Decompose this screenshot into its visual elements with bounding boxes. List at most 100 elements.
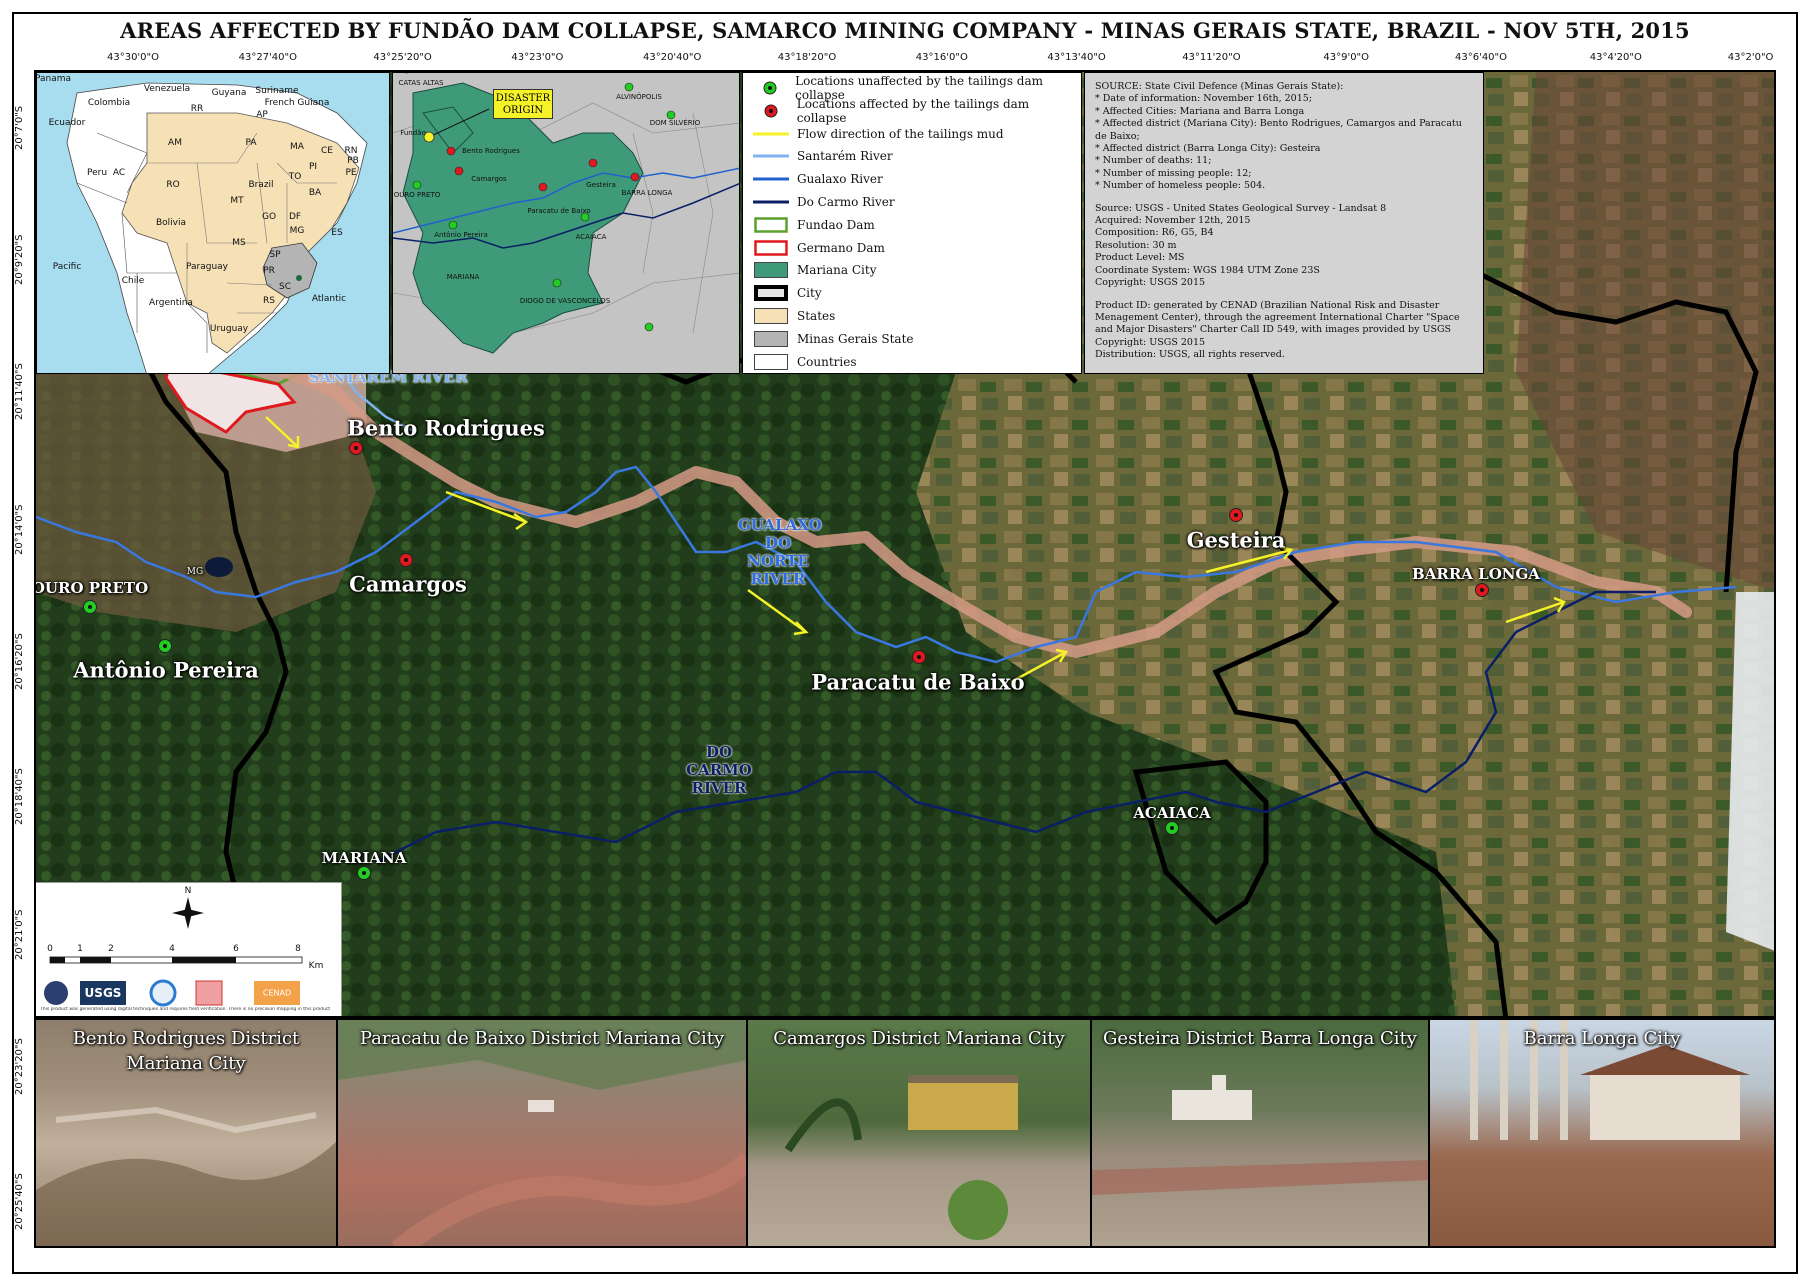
inset-label-9: AM xyxy=(168,138,182,148)
acaiaca-pin[interactable] xyxy=(1165,821,1179,835)
coord-left-2: 20°11'40"S xyxy=(14,363,25,420)
photo-caption-paracatu: Paracatu de Baixo District Mariana City xyxy=(359,1028,725,1049)
scale-tick-2: 2 xyxy=(108,944,114,954)
green-point-icon xyxy=(753,80,787,96)
photo-paracatu[interactable]: Paracatu de Baixo District Mariana City xyxy=(338,1020,748,1246)
paracatu-pin[interactable] xyxy=(912,650,926,664)
inset-label-26: Bolivia xyxy=(155,218,187,228)
inset-local-label-4: Bento Rodrigues xyxy=(462,147,520,155)
camargos-pin[interactable] xyxy=(399,553,413,567)
states-box-icon xyxy=(753,308,789,324)
legend-label: Do Carmo River xyxy=(797,195,895,209)
paracatu-label: Paracatu de Baixo xyxy=(811,669,1025,695)
inset-local-label-3: Fundão xyxy=(400,129,426,137)
coord-left-8: 20°25'40"S xyxy=(14,1173,25,1230)
north-arrow-icon xyxy=(172,897,204,929)
inset-label-16: AC xyxy=(112,168,126,178)
inset-local-label-13: DIOGO DE VASCONCELOS xyxy=(519,297,611,305)
info-line: and Major Disasters" Charter Call ID 549… xyxy=(1095,324,1452,336)
ouro-preto-label: OURO PRETO xyxy=(34,579,149,597)
legend-label: Countries xyxy=(797,354,857,369)
info-line: Resolution: 30 m xyxy=(1095,239,1177,251)
inset-local-label-2: DOM SILVÉRIO xyxy=(649,119,701,127)
inset-label-36: Argentina xyxy=(149,298,193,308)
coord-top-1: 43°27'40"O xyxy=(238,52,297,63)
inset-local-label-10: BARRA LONGA xyxy=(621,189,673,197)
legend-label: Minas Gerais State xyxy=(797,331,914,346)
info-line: Product Level: MS xyxy=(1095,252,1185,264)
info-line: Acquired: November 12th, 2015 xyxy=(1095,215,1251,227)
coord-left-0: 20°7'0"S xyxy=(14,105,25,150)
inset-label-27: MG xyxy=(289,226,305,236)
legend-item-fundao-box: Fundao Dam xyxy=(753,215,875,235)
inset-label-10: PA xyxy=(245,138,257,148)
inset-local-label-6: OURO PRETO xyxy=(393,191,441,199)
legend-label: Germano Dam xyxy=(797,240,885,255)
inset-label-25: DF xyxy=(288,212,302,222)
photo-caption-barra-longa: Barra Longa City xyxy=(1523,1028,1681,1049)
inset-local-label-12: MARIANA xyxy=(446,273,480,281)
photo-caption-camargos: Camargos District Mariana City xyxy=(773,1028,1065,1049)
inset-local-label-8: Paracatu de Baixo xyxy=(527,207,591,215)
legend-label: States xyxy=(797,309,836,323)
info-line: Copyright: USGS 2015 xyxy=(1095,277,1206,289)
inset-label-6: Ecuador xyxy=(48,118,86,128)
city-box-icon xyxy=(753,285,789,302)
photo-barra-longa[interactable]: Barra Longa City xyxy=(1430,1020,1774,1246)
legend-item-mariana-box: Mariana City xyxy=(753,260,877,280)
info-line: Distribution: USGS, all rights reserved. xyxy=(1095,349,1285,361)
mariana-label: MARIANA xyxy=(321,849,407,867)
gualaxo-line-icon xyxy=(753,171,789,187)
barra-longa-pin[interactable] xyxy=(1475,583,1489,597)
inset-label-5: Colombia xyxy=(87,98,131,108)
inset-label-3: Suriname xyxy=(255,86,299,96)
legend-item-city-box: City xyxy=(753,283,822,303)
legend-item-gualaxo-line: Gualaxo River xyxy=(753,169,883,189)
inset-label-4: French Guiana xyxy=(264,98,330,108)
red-point-icon xyxy=(753,103,789,119)
photo-gesteira[interactable]: Gesteira District Barra Longa City xyxy=(1092,1020,1430,1246)
inset-local-label-11: ACAIACA xyxy=(575,233,607,241)
disclaimer-text: This product was generated using digital… xyxy=(40,1007,331,1012)
inset-label-15: PE xyxy=(345,168,357,178)
minas-box-icon xyxy=(753,330,789,347)
inset-label-23: BA xyxy=(308,188,322,198)
scale-unit: Km xyxy=(308,961,324,971)
scale-tick-8: 8 xyxy=(295,944,301,954)
coord-top-12: 43°2'0"O xyxy=(1727,52,1774,63)
mariana-pin[interactable] xyxy=(357,866,371,880)
ouro-preto-pin[interactable] xyxy=(83,600,97,614)
info-line: Source: USGS - United States Geological … xyxy=(1095,202,1387,214)
info-line: * Date of information: November 16th, 20… xyxy=(1095,93,1313,105)
coord-left-1: 20°9'20"S xyxy=(14,234,25,285)
coord-top-6: 43°16'0"O xyxy=(915,52,968,63)
coord-top-4: 43°20'40"O xyxy=(642,52,702,63)
antonio-pereira-pin[interactable] xyxy=(158,639,172,653)
info-panel: SOURCE: State Civil Defence (Minas Gerai… xyxy=(1084,72,1484,374)
acaiaca-label: ACAIACA xyxy=(1133,804,1211,822)
inset-label-17: Peru xyxy=(86,168,108,178)
inset-label-34: SC xyxy=(279,282,291,292)
camargos-label: Camargos xyxy=(349,571,467,597)
photo-camargos[interactable]: Camargos District Mariana City xyxy=(748,1020,1092,1246)
inset-local-label-9: Gesteira xyxy=(586,181,616,189)
photo-strip: Bento Rodrigues District Mariana City Pa… xyxy=(34,1018,1776,1248)
legend-label: Flow direction of the tailings mud xyxy=(797,126,1004,141)
info-line: * Number of deaths: 11; xyxy=(1095,155,1212,167)
bento-rodrigues-pin[interactable] xyxy=(349,441,363,455)
info-line: * Affected district (Barra Longa City): … xyxy=(1095,143,1321,155)
flow-line-icon xyxy=(753,126,789,142)
inset-label-39: Atlantic xyxy=(311,294,347,304)
inset-label-32: PR xyxy=(263,266,275,276)
info-line: * Number of homeless people: 504. xyxy=(1095,180,1266,192)
photo-bento[interactable]: Bento Rodrigues District Mariana City xyxy=(36,1020,338,1246)
south-america-inset: Panama Venezuela Guyana Suriname French Guia… xyxy=(36,72,390,374)
scale-tick-4: 4 xyxy=(169,944,175,954)
coord-top-5: 43°18'20"O xyxy=(777,52,837,63)
legend-item-countries-box: Countries xyxy=(753,352,857,372)
legend-label: Fundao Dam xyxy=(797,217,875,232)
gesteira-pin[interactable] xyxy=(1229,508,1243,522)
coord-top-2: 43°25'20"O xyxy=(373,52,432,63)
inset-label-0: Panama xyxy=(36,74,72,84)
legend-item-green-point: Locations unaffected by the tailings dam… xyxy=(753,74,1081,102)
